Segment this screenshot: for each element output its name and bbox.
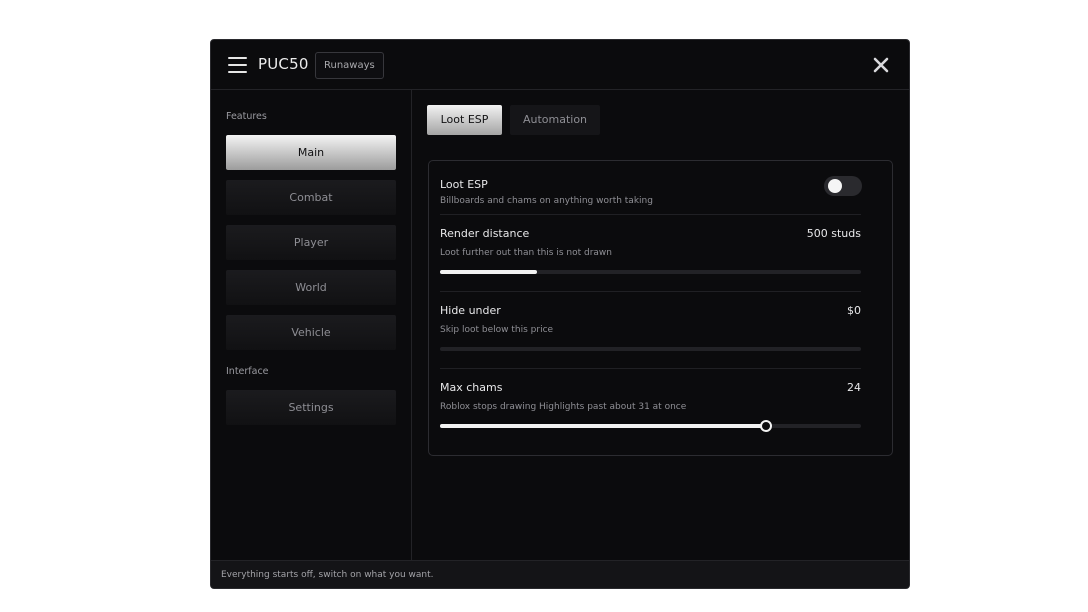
slider-fill — [440, 424, 767, 428]
setting-title: Hide under — [440, 304, 501, 317]
divider — [440, 368, 861, 369]
slider-fill — [440, 270, 537, 274]
toggle-knob — [828, 179, 842, 193]
tab-automation[interactable]: Automation — [510, 105, 600, 135]
divider — [440, 291, 861, 292]
divider — [440, 214, 861, 215]
setting-title: Render distance — [440, 227, 530, 240]
setting-value: 24 — [847, 381, 861, 394]
setting-value: 500 studs — [806, 227, 861, 240]
sidebar-item-settings[interactable]: Settings — [226, 390, 396, 425]
setting-title: Max chams — [440, 381, 503, 394]
status-text: Everything starts off, switch on what yo… — [221, 570, 434, 580]
loot-esp-toggle[interactable] — [824, 176, 862, 196]
app-window: PUC50 Runaways Features Main Combat Play… — [210, 39, 910, 589]
sidebar-item-player[interactable]: Player — [226, 225, 396, 260]
hide-under-slider[interactable] — [440, 347, 861, 351]
render-distance-slider[interactable] — [440, 270, 861, 274]
setting-loot-esp: Loot ESP Billboards and chams on anythin… — [440, 176, 862, 208]
tab-loot-esp[interactable]: Loot ESP — [427, 105, 502, 135]
sidebar-item-vehicle[interactable]: Vehicle — [226, 315, 396, 350]
setting-hide-under: Hide under $0 Skip loot below this price — [440, 304, 861, 354]
setting-description: Billboards and chams on anything worth t… — [440, 196, 653, 206]
app-title: PUC50 — [258, 55, 309, 73]
sidebar-item-world[interactable]: World — [226, 270, 396, 305]
sidebar-section-interface: Interface — [226, 366, 269, 377]
setting-max-chams: Max chams 24 Roblox stops drawing Highli… — [440, 381, 861, 432]
setting-title: Loot ESP — [440, 178, 488, 191]
setting-value: $0 — [847, 304, 861, 317]
close-icon[interactable] — [869, 53, 893, 77]
status-bar: Everything starts off, switch on what yo… — [211, 560, 909, 588]
setting-description: Loot further out than this is not drawn — [440, 248, 613, 258]
game-badge[interactable]: Runaways — [315, 52, 384, 79]
sidebar-item-combat[interactable]: Combat — [226, 180, 396, 215]
main-content: Loot ESP Automation Loot ESP Billboards … — [412, 90, 909, 560]
sidebar-section-features: Features — [226, 111, 267, 122]
setting-description: Skip loot below this price — [440, 325, 554, 335]
setting-render-distance: Render distance 500 studs Loot further o… — [440, 227, 861, 277]
setting-description: Roblox stops drawing Highlights past abo… — [440, 402, 687, 412]
hamburger-menu-icon[interactable] — [228, 57, 247, 73]
sidebar: Features Main Combat Player World Vehicl… — [211, 90, 412, 560]
max-chams-slider[interactable] — [440, 420, 861, 432]
slider-thumb[interactable] — [760, 420, 773, 432]
sidebar-item-main[interactable]: Main — [226, 135, 396, 170]
title-bar: PUC50 Runaways — [211, 40, 909, 90]
